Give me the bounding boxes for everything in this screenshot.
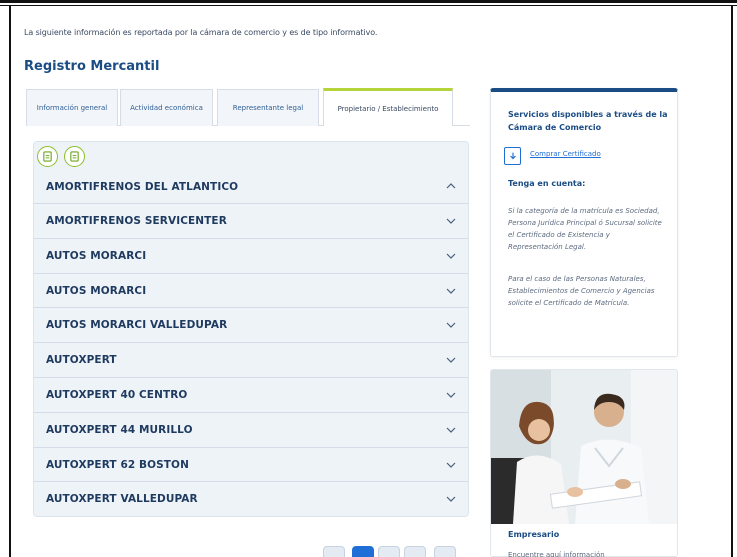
tab-representante-legal[interactable]: Representante legal [217,89,319,126]
page-title: Registro Mercantil [24,59,160,74]
chevron-down-icon [446,392,456,398]
chevron-down-icon [446,253,456,259]
accordion-item[interactable]: AUTOS MORARCI VALLEDUPAR [34,307,468,342]
business-people-photo [491,370,677,524]
accordion-item[interactable]: AUTOXPERT [34,342,468,377]
chevron-down-icon [446,288,456,294]
tab-actividad-economica[interactable]: Actividad económica [120,89,213,126]
services-title: Servicios disponibles a través de la Cám… [508,110,668,132]
note-paragraph: Si la categoría de la matrícula es Socie… [508,207,662,251]
pagination-previous-button[interactable] [323,546,345,557]
tab-bar: Información general Actividad económica … [26,88,470,126]
download-pdf-button[interactable] [37,146,58,167]
accordion-item-label: AUTOXPERT 62 BOSTON [46,459,189,471]
accordion-item-label: AUTOS MORARCI [46,250,147,262]
accordion-item[interactable]: AMORTIFRENOS DEL ATLANTICO [34,169,468,204]
accordion-item-label: AMORTIFRENOS DEL ATLANTICO [46,180,239,193]
promo-subtitle: Encuentre aquí información [508,551,605,557]
accordion-item-label: AUTOS MORARCI [46,285,147,297]
window-frame-top [0,0,737,6]
tab-propietario-establecimiento[interactable]: Propietario / Establecimiento [323,88,453,126]
accordion-item-label: AUTOXPERT 40 CENTRO [46,389,188,401]
chevron-down-icon [446,357,456,363]
promo-caption: Empresario [508,530,560,539]
intro-text: La siguiente información es reportada po… [24,28,378,37]
accordion-item[interactable]: AMORTIFRENOS SERVICENTER [34,203,468,238]
pagination-page-button[interactable] [378,546,400,557]
download-excel-button[interactable] [64,146,85,167]
window-frame-left [9,6,11,557]
accordion-item[interactable]: AUTOXPERT 44 MURILLO [34,412,468,447]
document-download-icon [43,151,52,162]
accordion-item[interactable]: AUTOS MORARCI [34,238,468,273]
chevron-down-icon [446,427,456,433]
chevron-down-icon [446,218,456,224]
accordion-item[interactable]: AUTOXPERT 40 CENTRO [34,377,468,412]
document-download-icon [70,151,79,162]
accordion-item[interactable]: AUTOS MORARCI [34,273,468,308]
accordion-item-label: AUTOXPERT 44 MURILLO [46,424,193,436]
chevron-down-icon [446,322,456,328]
download-icon[interactable] [504,147,521,165]
window-frame-right [731,6,733,557]
pagination-next-button[interactable] [434,546,456,557]
note-paragraph: Para el caso de las Personas Naturales, … [508,275,655,307]
accordion-item-label: AUTOXPERT [46,354,117,366]
buy-certificate-link[interactable]: Comprar Certificado [530,150,601,158]
pagination-page-button-active[interactable] [352,546,374,557]
chevron-down-icon [446,496,456,502]
chevron-down-icon [446,462,456,468]
accordion-item-label: AUTOXPERT VALLEDUPAR [46,493,198,505]
chevron-up-icon [446,183,456,189]
tab-informacion-general[interactable]: Información general [26,89,118,126]
accordion-item-label: AUTOS MORARCI VALLEDUPAR [46,319,228,331]
note-title: Tenga en cuenta: [508,179,586,188]
accordion-item-label: AMORTIFRENOS SERVICENTER [46,215,227,227]
promo-card[interactable] [490,369,678,557]
accordion-item[interactable]: AUTOXPERT 62 BOSTON [34,447,468,482]
pagination-page-button[interactable] [404,546,426,557]
accordion-item[interactable]: AUTOXPERT VALLEDUPAR [34,481,468,516]
